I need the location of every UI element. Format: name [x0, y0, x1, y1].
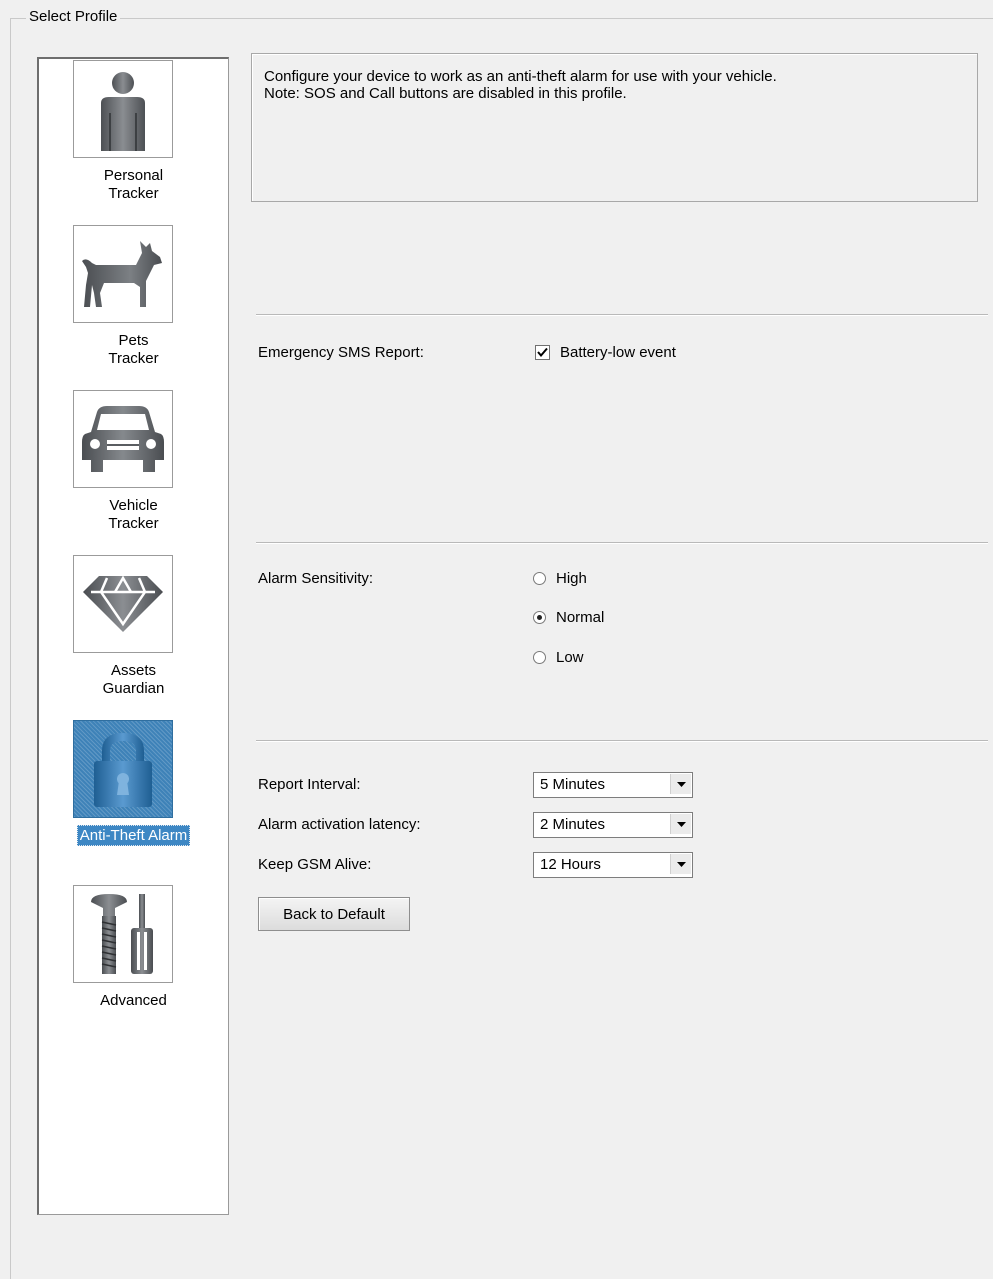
padlock-icon[interactable] — [73, 720, 173, 818]
battery-low-checkbox[interactable] — [535, 345, 550, 360]
person-icon[interactable] — [73, 60, 173, 158]
radio-low-label[interactable]: Low — [556, 649, 584, 666]
profile-description-box: Configure your device to work as an anti… — [251, 53, 978, 202]
alarm-latency-value: 2 Minutes — [540, 816, 606, 833]
profile-label: Pets Tracker — [108, 332, 159, 367]
profile-label: Personal Tracker — [103, 167, 164, 202]
alarm-latency-label: Alarm activation latency: — [258, 816, 421, 833]
keep-gsm-select[interactable]: 12 Hours — [533, 852, 693, 878]
report-interval-value: 5 Minutes — [540, 776, 606, 793]
radio-normal[interactable] — [533, 611, 546, 624]
description-line-2: Note: SOS and Call buttons are disabled … — [264, 85, 627, 102]
profile-label: Vehicle Tracker — [108, 497, 159, 532]
separator — [256, 740, 988, 742]
radio-low[interactable] — [533, 651, 546, 664]
radio-high[interactable] — [533, 572, 546, 585]
emergency-sms-label: Emergency SMS Report: — [258, 344, 424, 361]
separator — [256, 542, 988, 544]
description-line-1: Configure your device to work as an anti… — [264, 68, 777, 85]
dropdown-arrow-icon[interactable] — [670, 814, 691, 834]
alarm-latency-select[interactable]: 2 Minutes — [533, 812, 693, 838]
alarm-sensitivity-label: Alarm Sensitivity: — [258, 570, 374, 587]
profile-label: Advanced — [100, 992, 167, 1009]
battery-low-label[interactable]: Battery-low event — [560, 344, 676, 361]
dog-icon[interactable] — [73, 225, 173, 323]
radio-normal-label[interactable]: Normal — [556, 609, 604, 626]
dropdown-arrow-icon[interactable] — [670, 854, 691, 874]
keep-gsm-label: Keep GSM Alive: — [258, 856, 372, 873]
radio-high-label[interactable]: High — [556, 570, 587, 587]
report-interval-select[interactable]: 5 Minutes — [533, 772, 693, 798]
report-interval-label: Report Interval: — [258, 776, 361, 793]
groupbox-title: Select Profile — [26, 8, 121, 25]
checkmark-icon — [537, 347, 548, 358]
separator — [256, 314, 988, 316]
profile-label: Anti-Theft Alarm — [39, 825, 228, 846]
profile-label: Assets Guardian — [102, 662, 165, 697]
dropdown-arrow-icon[interactable] — [670, 774, 691, 794]
car-icon[interactable] — [73, 390, 173, 488]
tools-icon[interactable] — [73, 885, 173, 983]
profile-label-text: Anti-Theft Alarm — [76, 825, 191, 846]
diamond-icon[interactable] — [73, 555, 173, 653]
profile-list[interactable]: Personal Tracker Pets Tracker Vehicle Tr… — [37, 57, 229, 1215]
back-to-default-button[interactable]: Back to Default — [258, 897, 410, 931]
keep-gsm-value: 12 Hours — [540, 856, 601, 873]
